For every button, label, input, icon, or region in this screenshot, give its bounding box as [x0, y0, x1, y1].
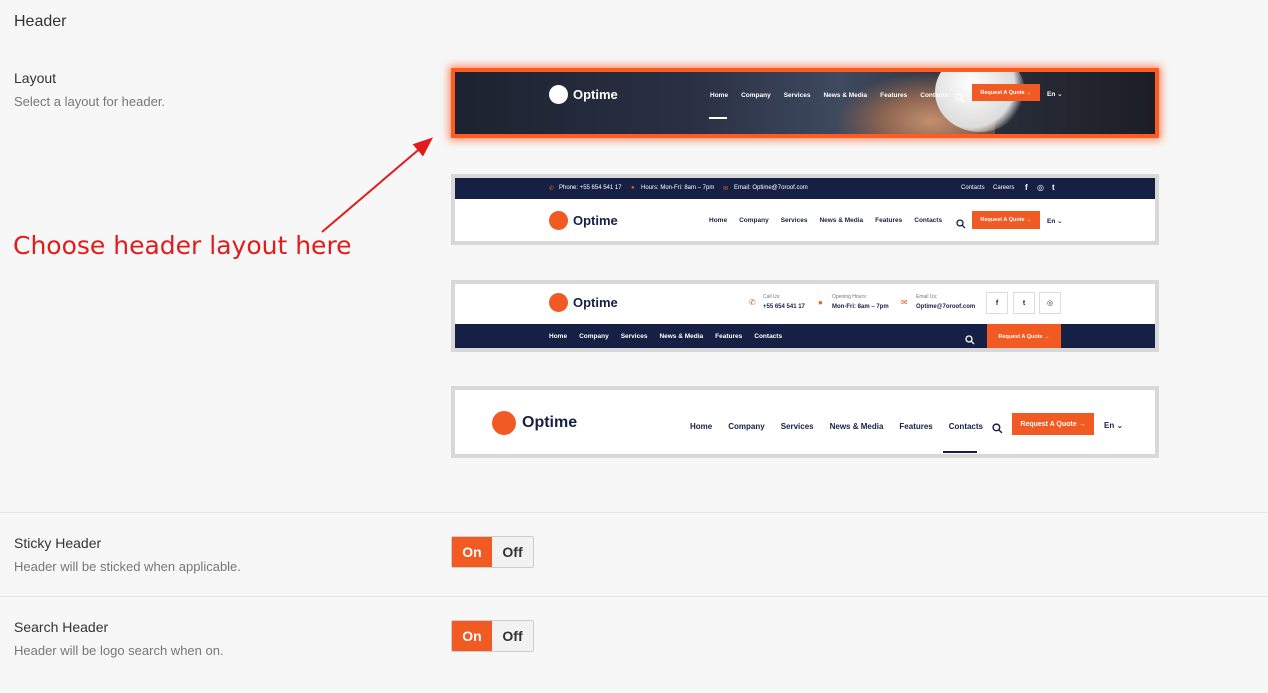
logo-icon	[549, 293, 568, 312]
nav-features[interactable]: Features	[880, 92, 907, 99]
sticky-header-label: Sticky Header	[14, 535, 102, 551]
search-off-button[interactable]: Off	[492, 621, 533, 651]
nav-news-media[interactable]: News & Media	[823, 92, 867, 99]
language-selector[interactable]: En ⌄	[1047, 217, 1063, 225]
nav-company[interactable]: Company	[741, 92, 771, 99]
mail-icon: ✉	[723, 186, 729, 192]
twitter-icon[interactable]: t	[1052, 183, 1055, 192]
search-header-description: Header will be logo search when on.	[14, 643, 224, 658]
search-icon[interactable]	[992, 421, 1003, 439]
nav-contacts[interactable]: Contacts	[754, 333, 782, 340]
nav-home[interactable]: Home	[710, 92, 728, 99]
sticky-header-toggle[interactable]: On Off	[451, 536, 534, 568]
brand-logo: Optime	[549, 85, 618, 104]
instagram-icon[interactable]: ◎	[1039, 292, 1061, 314]
layout-label: Layout	[14, 70, 57, 86]
search-on-button[interactable]: On	[452, 621, 492, 651]
search-icon[interactable]	[965, 332, 975, 348]
search-header-label: Search Header	[14, 619, 109, 635]
nav-services[interactable]: Services	[784, 92, 811, 99]
header-layout-4[interactable]: Optime Home Company Services News & Medi…	[451, 386, 1159, 458]
layout-description: Select a layout for header.	[14, 94, 166, 109]
request-quote-button[interactable]: Request A Quote →	[972, 84, 1040, 101]
nav-company[interactable]: Company	[728, 422, 764, 431]
brand-logo: Optime	[549, 211, 618, 230]
phone-icon: ✆	[549, 186, 555, 192]
nav-news-media[interactable]: News & Media	[830, 422, 884, 431]
main-nav: Home Company Services News & Media Featu…	[709, 217, 942, 224]
sticky-on-button[interactable]: On	[452, 537, 492, 567]
top-email: Email: Optime@7oroof.com	[734, 185, 808, 191]
instagram-icon[interactable]: ◎	[1037, 183, 1044, 192]
facebook-icon[interactable]: f	[986, 292, 1008, 314]
nav-home[interactable]: Home	[549, 333, 567, 340]
top-link-contacts[interactable]: Contacts	[961, 185, 985, 191]
call-label: Call Us:	[763, 294, 781, 300]
brand-logo: Optime	[492, 411, 577, 435]
sticky-off-button[interactable]: Off	[492, 537, 533, 567]
nav-contacts[interactable]: Contacts	[949, 422, 983, 431]
nav-contacts[interactable]: Contacts	[914, 217, 942, 224]
search-icon[interactable]	[955, 90, 965, 108]
main-nav: Home Company Services News & Media Featu…	[710, 92, 948, 99]
request-quote-button[interactable]: Request A Quote →	[1012, 413, 1094, 435]
search-icon[interactable]	[956, 216, 966, 234]
call-value: +55 654 541 17	[763, 304, 805, 310]
request-quote-button[interactable]: Request A Quote →	[987, 324, 1061, 348]
nav-features[interactable]: Features	[715, 333, 742, 340]
top-hours: Hours: Mon-Fri: 8am – 7pm	[641, 185, 715, 191]
hours-label: Opening Hours:	[832, 294, 868, 300]
main-nav: Home Company Services News & Media Featu…	[549, 333, 782, 340]
main-nav: Home Company Services News & Media Featu…	[690, 422, 983, 431]
nav-active-indicator	[943, 451, 977, 453]
nav-home[interactable]: Home	[690, 422, 712, 431]
facebook-icon[interactable]: f	[1025, 183, 1028, 192]
phone-icon: ✆	[749, 298, 756, 307]
request-quote-button[interactable]: Request A Quote →	[972, 211, 1040, 229]
logo-icon	[492, 411, 516, 435]
language-selector[interactable]: En ⌄	[1104, 421, 1123, 430]
hours-value: Mon-Fri: 8am – 7pm	[832, 304, 889, 310]
header-layout-2[interactable]: ✆ Phone: +55 654 541 17 ● Hours: Mon-Fri…	[451, 174, 1159, 245]
nav-company[interactable]: Company	[579, 333, 609, 340]
main-nav-bar: Home Company Services News & Media Featu…	[455, 324, 1155, 348]
annotation-text: Choose header layout here	[13, 231, 352, 260]
divider	[0, 512, 1268, 513]
clock-icon: ●	[818, 298, 823, 307]
language-selector[interactable]: En ⌄	[1047, 90, 1063, 98]
logo-icon	[549, 211, 568, 230]
nav-active-indicator	[709, 241, 727, 242]
top-phone: Phone: +55 654 541 17	[559, 185, 622, 191]
header-layout-1[interactable]: Optime Home Company Services News & Medi…	[451, 68, 1159, 138]
nav-services[interactable]: Services	[781, 217, 808, 224]
clock-icon: ●	[631, 185, 635, 191]
nav-features[interactable]: Features	[899, 422, 932, 431]
header-layout-3[interactable]: Optime ✆ Call Us: +55 654 541 17 ● Openi…	[451, 280, 1159, 352]
search-header-toggle[interactable]: On Off	[451, 620, 534, 652]
nav-company[interactable]: Company	[739, 217, 769, 224]
nav-services[interactable]: Services	[621, 333, 648, 340]
nav-features[interactable]: Features	[875, 217, 902, 224]
nav-home[interactable]: Home	[709, 217, 727, 224]
nav-news-media[interactable]: News & Media	[819, 217, 863, 224]
divider	[0, 596, 1268, 597]
top-info-bar: ✆ Phone: +55 654 541 17 ● Hours: Mon-Fri…	[455, 178, 1155, 199]
nav-contacts[interactable]: Contacts	[920, 92, 948, 99]
email-value: Optime@7oroof.com	[916, 304, 976, 310]
logo-icon	[549, 85, 568, 104]
mail-icon: ✉	[901, 298, 908, 307]
sticky-header-description: Header will be sticked when applicable.	[14, 559, 241, 574]
nav-services[interactable]: Services	[781, 422, 814, 431]
top-link-careers[interactable]: Careers	[993, 185, 1014, 191]
nav-active-indicator	[709, 117, 727, 119]
twitter-icon[interactable]: t	[1013, 292, 1035, 314]
nav-news-media[interactable]: News & Media	[659, 333, 703, 340]
section-title: Header	[14, 13, 67, 30]
email-label: Email Us:	[916, 294, 938, 300]
brand-logo: Optime	[549, 293, 618, 312]
